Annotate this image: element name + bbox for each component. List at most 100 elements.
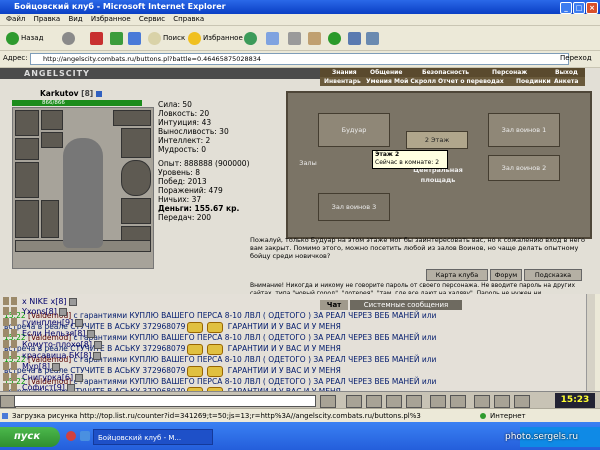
belt-slot[interactable] <box>41 200 59 238</box>
earring-slot[interactable] <box>113 110 151 126</box>
refresh-button[interactable] <box>110 31 125 45</box>
tab-hint[interactable]: Подсказка <box>524 269 582 281</box>
menu-view[interactable]: Вид <box>68 14 82 25</box>
user-action-icons[interactable] <box>2 317 20 328</box>
mail-button[interactable] <box>266 31 281 45</box>
room-halls[interactable]: Залы <box>290 153 326 173</box>
tab-chat[interactable]: Чат <box>320 300 348 310</box>
info-icon[interactable] <box>93 340 102 349</box>
info-icon[interactable] <box>75 373 84 382</box>
user-action-icons[interactable] <box>2 328 20 339</box>
character-name[interactable]: Karkutov [8] <box>40 89 102 98</box>
info-icon[interactable] <box>58 307 67 316</box>
nav-inventory[interactable]: Инвентарь <box>324 77 361 86</box>
edit-button[interactable] <box>308 31 323 45</box>
sound-icon[interactable] <box>430 395 446 408</box>
tab-club-map[interactable]: Карта клуба <box>426 269 488 281</box>
nav-exit[interactable]: Выход <box>555 68 578 77</box>
send-icon[interactable] <box>320 395 336 408</box>
info-icon[interactable] <box>75 318 84 327</box>
forward-button[interactable] <box>62 31 77 45</box>
maximize-icon[interactable]: □ <box>573 2 585 14</box>
nav-communication[interactable]: Общение <box>370 68 402 77</box>
stop-button[interactable] <box>90 31 105 45</box>
armor-slot[interactable] <box>15 200 39 238</box>
user-action-icons[interactable] <box>2 339 20 350</box>
list-item[interactable]: гуинплен[9] <box>22 317 84 328</box>
shield-slot[interactable] <box>121 160 151 196</box>
chat-input[interactable] <box>14 395 316 407</box>
address-input[interactable]: http://angelscity.combats.ru/buttons.pl?… <box>30 53 569 65</box>
weapon-slot[interactable] <box>15 162 39 198</box>
nav-transfers[interactable]: Отчет о переводах <box>438 77 504 86</box>
taskbar-window-item[interactable]: Бойцовский клуб - M... <box>93 429 213 445</box>
translit-icon[interactable] <box>406 395 422 408</box>
settings-icon[interactable] <box>494 395 510 408</box>
messenger-button[interactable] <box>328 31 343 45</box>
room-boudoir[interactable]: Будуар <box>318 113 390 147</box>
amulet-slot[interactable] <box>41 110 63 130</box>
user-action-icons[interactable] <box>2 361 20 372</box>
tools-button[interactable] <box>366 31 381 45</box>
nav-profile[interactable]: Анкета <box>554 77 578 86</box>
nav-fights[interactable]: Поединки <box>516 77 551 86</box>
quicklaunch-ie-icon[interactable] <box>80 431 90 441</box>
list-item[interactable]: красавица БК[8] <box>22 350 102 361</box>
edit-icon <box>308 31 321 45</box>
smiles-icon[interactable] <box>346 395 362 408</box>
menu-edit[interactable]: Правка <box>34 14 61 25</box>
room-floor-2[interactable]: 2 Этаж <box>406 131 468 149</box>
search-button[interactable]: Поиск <box>148 31 185 45</box>
exit-chat-icon[interactable] <box>514 395 530 408</box>
filter-icon[interactable] <box>386 395 402 408</box>
list-item[interactable]: Yxons[8] <box>22 306 67 317</box>
go-button[interactable]: Переход <box>560 54 592 62</box>
room-warriors-3[interactable]: Зал воинов 3 <box>318 193 390 221</box>
nav-skills[interactable]: Умения <box>366 77 392 86</box>
clear-icon[interactable] <box>366 395 382 408</box>
menu-file[interactable]: Файл <box>6 14 25 25</box>
minimize-icon[interactable]: _ <box>560 2 572 14</box>
nav-scroll[interactable]: Мой Скролл <box>394 77 436 86</box>
ring-slot[interactable] <box>41 132 63 148</box>
tab-forum[interactable]: Форум <box>490 269 522 281</box>
list-item[interactable]: Комуто-плохо[8] <box>22 339 102 350</box>
info-icon[interactable] <box>93 351 102 360</box>
online-list-scrollbar[interactable] <box>586 294 595 391</box>
nav-character[interactable]: Персонаж <box>492 68 527 77</box>
bracer-slot[interactable] <box>15 138 39 160</box>
room-warriors-1[interactable]: Зал воинов 1 <box>488 113 560 147</box>
print-icon <box>288 31 301 45</box>
print-button[interactable] <box>288 31 303 45</box>
research-button[interactable] <box>348 31 363 45</box>
room-warriors-2[interactable]: Зал воинов 2 <box>488 155 560 181</box>
boots-slot[interactable] <box>121 198 151 224</box>
user-action-icons[interactable] <box>2 306 20 317</box>
list-item[interactable]: Мур[8] <box>22 361 61 372</box>
smiley-icon <box>187 343 204 355</box>
favorites-button[interactable]: Избранное <box>188 31 243 45</box>
gloves-slot[interactable] <box>121 128 151 158</box>
refresh-chat-icon[interactable] <box>450 395 466 408</box>
history-button[interactable] <box>244 31 259 45</box>
menu-favorites[interactable]: Избранное <box>91 14 131 25</box>
home-button[interactable] <box>128 31 143 45</box>
nav-security[interactable]: Безопасность <box>422 68 469 77</box>
info-icon[interactable] <box>52 362 61 371</box>
menu-tools[interactable]: Сервис <box>139 14 165 25</box>
back-button[interactable]: Назад <box>6 31 43 45</box>
list-item[interactable]: Если Нельзя[8] <box>22 328 96 339</box>
helmet-slot[interactable] <box>15 110 39 136</box>
quicklaunch-opera-icon[interactable] <box>66 431 76 441</box>
info-icon[interactable] <box>87 329 96 338</box>
scroll-lock-icon[interactable] <box>474 395 490 408</box>
start-button[interactable]: пуск <box>0 427 60 447</box>
tab-system-messages[interactable]: Системные сообщения <box>350 300 462 310</box>
close-icon[interactable]: × <box>586 2 598 14</box>
info-icon[interactable] <box>95 91 102 97</box>
user-action-icons[interactable] <box>2 350 20 361</box>
menu-help[interactable]: Справка <box>173 14 204 25</box>
messenger-icon <box>328 31 341 45</box>
info-icon[interactable] <box>68 297 77 306</box>
nav-knowledge[interactable]: Знания <box>332 68 357 77</box>
